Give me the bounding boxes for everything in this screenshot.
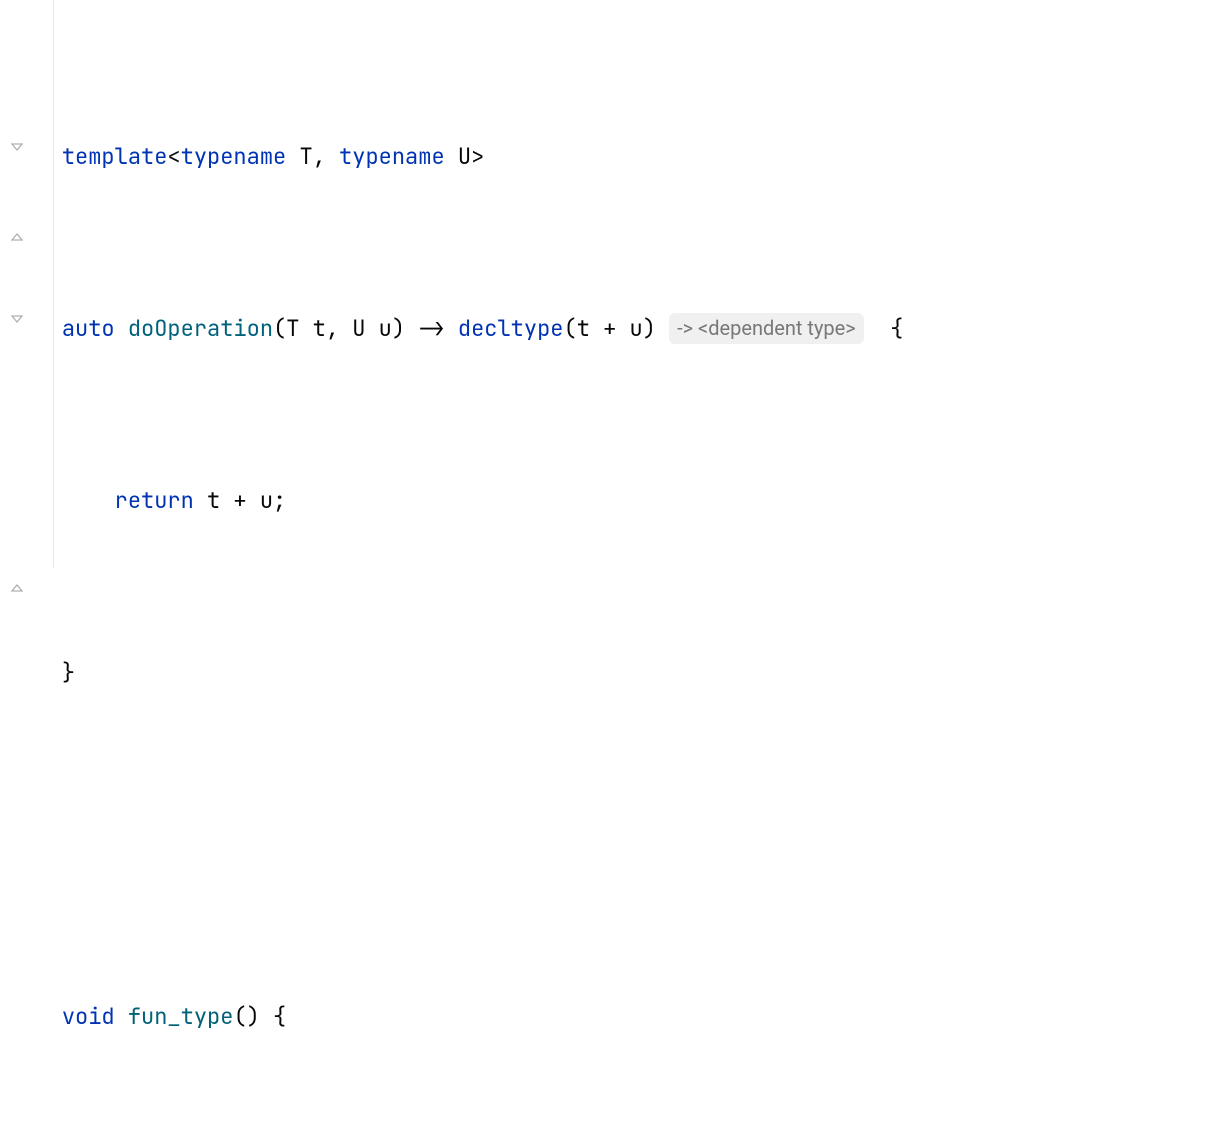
code-line[interactable]: return t + u; <box>62 479 904 522</box>
keyword-typename: typename <box>339 142 445 171</box>
keyword-void: void <box>62 1002 115 1031</box>
keyword-return: return <box>115 486 194 515</box>
function-name: fun_type <box>128 1002 234 1031</box>
fold-close-icon[interactable] <box>11 494 23 506</box>
keyword-auto: auto <box>62 314 115 343</box>
code-area[interactable]: template<typename T, typename U> auto do… <box>54 0 904 568</box>
fold-close-icon[interactable] <box>11 143 23 155</box>
keyword-decltype: decltype <box>458 314 564 343</box>
code-line[interactable]: void fun_type() { <box>62 995 904 1038</box>
keyword-template: template <box>62 142 168 171</box>
function-name: doOperation <box>128 314 273 343</box>
code-line[interactable]: } <box>62 651 904 694</box>
fold-open-icon[interactable] <box>11 229 23 241</box>
code-line[interactable]: auto doOperation(T t, U u) -> decltype(t… <box>62 307 904 350</box>
gutter <box>0 0 54 568</box>
code-line[interactable] <box>62 823 904 866</box>
fold-open-icon[interactable] <box>11 57 23 69</box>
code-line[interactable]: template<typename T, typename U> <box>62 135 904 178</box>
code-editor[interactable]: template<typename T, typename U> auto do… <box>0 0 1232 568</box>
keyword-typename: typename <box>181 142 287 171</box>
inlay-hint-return-type: -> <dependent type> <box>669 313 864 344</box>
